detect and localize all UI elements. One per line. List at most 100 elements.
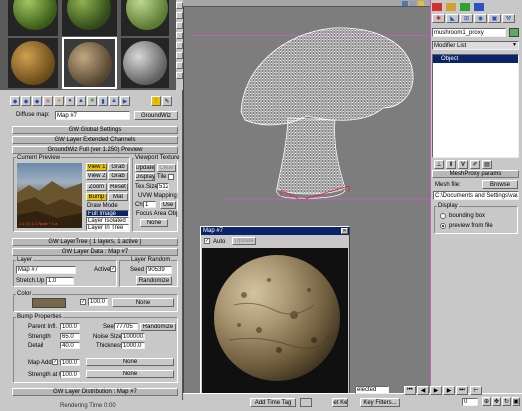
video-check-icon[interactable] xyxy=(176,42,183,49)
play-icon[interactable]: ▶ xyxy=(430,386,442,395)
bump-button[interactable]: Bump xyxy=(86,193,107,201)
draw-mode-full-image[interactable]: Full Image xyxy=(86,210,129,217)
bump-seed-field[interactable]: 77705 xyxy=(114,323,138,330)
bounding-box-radio[interactable] xyxy=(440,213,446,219)
material-navigator-icon[interactable]: ⫶ xyxy=(151,96,161,106)
rollout-layer-data[interactable]: GW Layer Data : Map #7 xyxy=(12,248,178,256)
remove-modifier-icon[interactable]: ✐ xyxy=(470,160,480,169)
tex-size-field[interactable]: 512 xyxy=(157,183,169,190)
sample-slot[interactable] xyxy=(8,0,58,36)
modify-tab-icon[interactable]: ◣ xyxy=(446,14,459,23)
rollout-layer-distribution[interactable]: GW Layer Distribution : Map #7 xyxy=(12,388,178,396)
detail-field[interactable]: 40.0 xyxy=(60,342,80,349)
backlight-icon[interactable] xyxy=(176,12,183,19)
rollout-layer-tree[interactable]: GW LayerTree ( 1 layers, 1 active ) xyxy=(12,238,178,246)
color-map-checkbox[interactable]: ✓ xyxy=(80,299,86,305)
key-mode-toggle-icon[interactable]: ⊢ xyxy=(470,386,482,395)
rollout-meshproxy-params[interactable]: MeshProxy params xyxy=(432,170,519,178)
draw-mode-layer-in-tree[interactable]: Layer In Tree xyxy=(86,224,129,231)
show-end-result-toggle-icon[interactable]: Ⅱ xyxy=(446,160,456,169)
vt-update-button[interactable]: Update xyxy=(135,164,155,172)
quick-render-icon[interactable] xyxy=(446,3,456,11)
reset-map-icon[interactable]: ✕ xyxy=(43,96,53,106)
pick-material-icon[interactable]: ✎ xyxy=(162,96,172,106)
motion-tab-icon[interactable]: ◉ xyxy=(474,14,487,23)
render-update-button[interactable]: Update xyxy=(232,237,256,245)
selection-filter-dropdown[interactable]: elected xyxy=(355,386,389,394)
stack-item-object[interactable]: Object xyxy=(433,55,518,63)
vt-clear-button[interactable]: Clear xyxy=(157,164,176,172)
assign-material-icon[interactable]: ◆ xyxy=(32,96,42,106)
go-forward-sibling-icon[interactable]: ▶ xyxy=(120,96,130,106)
strength-at-field[interactable]: 100.0 xyxy=(60,371,80,378)
strength-at-none-button[interactable]: None xyxy=(86,370,174,378)
parent-infl-field[interactable]: 100.0 xyxy=(60,323,80,330)
rollout-extended-channels[interactable]: GW Layer Extended Channels xyxy=(12,136,178,144)
previous-frame-icon[interactable]: ◀ xyxy=(417,386,429,395)
teapot-icon[interactable] xyxy=(460,3,470,11)
current-frame-field[interactable]: 0 xyxy=(462,398,478,406)
make-unique-icon[interactable]: ● xyxy=(54,96,64,106)
go-to-end-icon[interactable]: ⏭ xyxy=(456,386,468,395)
view2-button[interactable]: View 2 xyxy=(86,172,107,180)
sample-slot[interactable] xyxy=(62,0,117,36)
layer-name-field[interactable]: Map #7 xyxy=(16,266,76,274)
modifier-stack-list[interactable]: Object xyxy=(432,54,519,158)
dialog-close-icon[interactable]: ✕ xyxy=(341,228,348,234)
layer-random-seed-field[interactable]: 90539 xyxy=(146,266,172,274)
add-time-tag-button[interactable]: Add Time Tag xyxy=(250,398,296,407)
sample-slot[interactable] xyxy=(121,38,169,88)
rollout-preview[interactable]: GroundWiz Full (ver 1.250) Preview xyxy=(12,146,178,154)
sample-slot-active[interactable] xyxy=(62,37,117,89)
set-key-button[interactable]: Set Key xyxy=(332,398,348,407)
map-name-field[interactable]: Map #7 xyxy=(55,111,130,120)
vt-tile-checkbox[interactable] xyxy=(168,174,174,180)
object-name-field[interactable]: mushroom1_proxy xyxy=(432,28,506,37)
browse-button[interactable]: Browse xyxy=(482,180,518,189)
mat-button[interactable]: Mat xyxy=(108,193,128,201)
color-swatch[interactable] xyxy=(32,298,66,308)
grab2-button[interactable]: Grab xyxy=(108,172,128,180)
modifier-list-dropdown[interactable]: Modifier List ▼ xyxy=(432,41,519,50)
strength-field[interactable]: 65.0 xyxy=(60,333,80,340)
create-tab-icon[interactable]: ✱ xyxy=(432,14,445,23)
color-map-button[interactable]: None xyxy=(112,298,174,307)
map-add-field[interactable]: 100.0 xyxy=(60,359,80,366)
render-icon[interactable] xyxy=(432,3,442,11)
background-icon[interactable] xyxy=(176,22,183,29)
stretch-up-field[interactable]: 1.0 xyxy=(46,277,74,285)
draw-mode-layer-isolated[interactable]: Layer Isolated xyxy=(86,217,129,224)
layer-random-randomize-button[interactable]: Randomize xyxy=(136,276,172,285)
options-icon[interactable] xyxy=(176,62,183,69)
next-frame-icon[interactable]: ▶ xyxy=(443,386,455,395)
put-to-scene-icon[interactable]: ◆ xyxy=(21,96,31,106)
get-material-icon[interactable]: ◆ xyxy=(10,96,20,106)
zoom-button[interactable]: Zoom xyxy=(86,183,107,191)
color-amount-field[interactable]: 100.0 xyxy=(88,298,108,306)
uvw-use-button[interactable]: Use xyxy=(160,201,176,209)
key-mode-icon[interactable] xyxy=(300,398,312,407)
uv-tiling-icon[interactable] xyxy=(176,32,183,39)
go-to-parent-icon[interactable]: ▲ xyxy=(109,96,119,106)
material-effects-icon[interactable]: ▲ xyxy=(76,96,86,106)
zoom-icon[interactable]: ⊕ xyxy=(482,397,491,406)
vt-display-button[interactable]: Display xyxy=(135,173,155,181)
reset-button[interactable]: Reset xyxy=(108,183,128,191)
map-type-button[interactable]: GroundWiz xyxy=(134,111,178,120)
auto-checkbox[interactable]: ✓ xyxy=(204,238,210,244)
object-color-swatch[interactable] xyxy=(509,28,519,37)
terrain-preview-image[interactable]: 1:1 (1) 1:1 Node * 3 a xyxy=(17,163,82,228)
sample-slot[interactable] xyxy=(121,0,169,36)
utilities-tab-icon[interactable]: ⚒ xyxy=(502,14,515,23)
uvw-ch-field[interactable]: 1 xyxy=(143,201,156,208)
hierarchy-tab-icon[interactable]: ⊞ xyxy=(460,14,473,23)
preview-from-file-radio[interactable] xyxy=(440,223,446,229)
configure-sets-icon[interactable]: ▤ xyxy=(482,160,492,169)
pin-stack-icon[interactable]: ⊥ xyxy=(434,160,444,169)
key-filters-button[interactable]: Key Filters... xyxy=(360,398,400,407)
show-end-result-icon[interactable]: ▮ xyxy=(98,96,108,106)
map-add-none-button[interactable]: None xyxy=(86,358,174,366)
sample-type-icon[interactable] xyxy=(176,2,183,9)
bump-randomize-button[interactable]: Randomize xyxy=(140,323,176,331)
noise-size-field[interactable]: 100000.0 xyxy=(121,333,145,340)
